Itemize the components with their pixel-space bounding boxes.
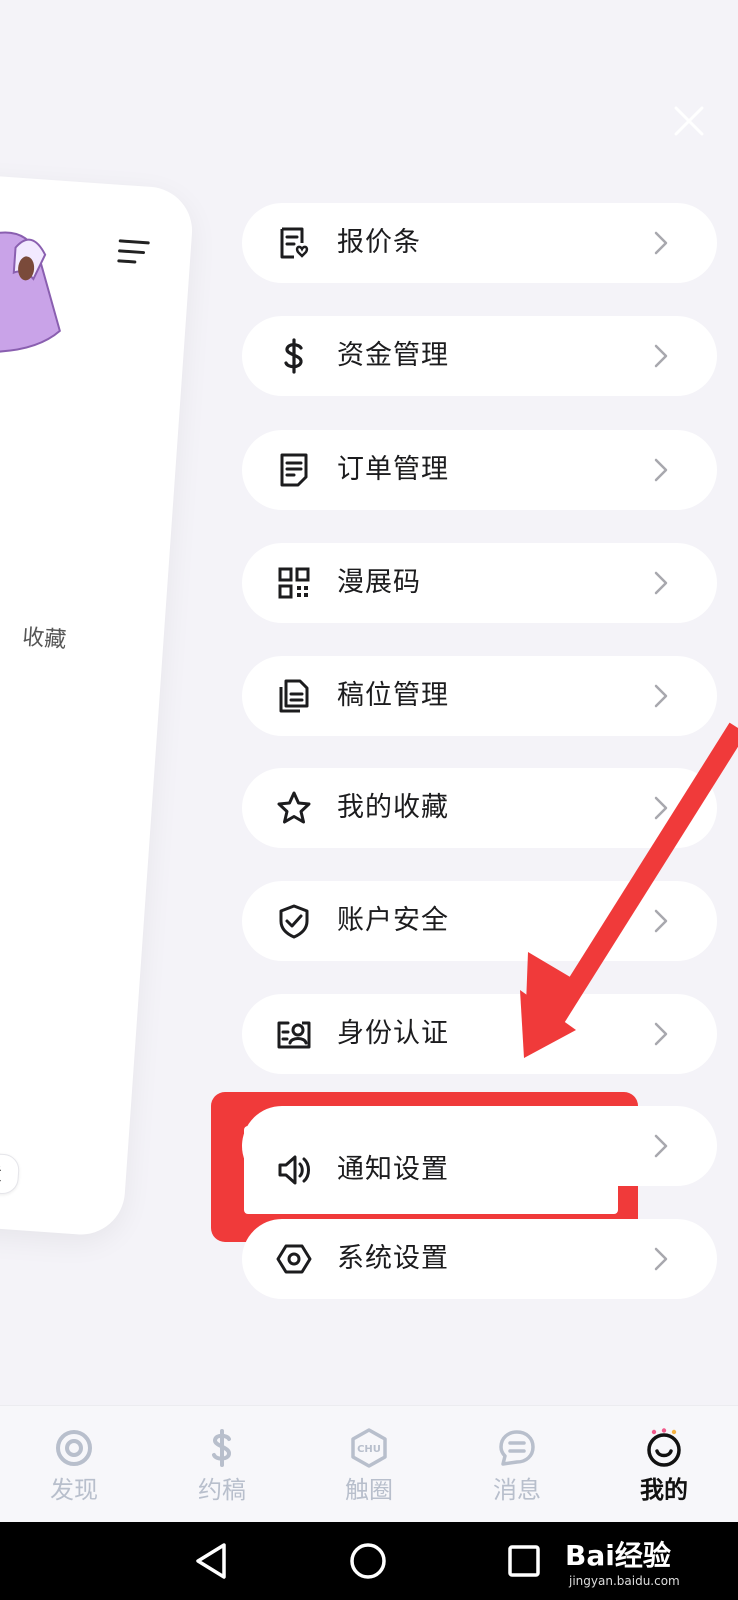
tab-discover[interactable]: 发现 [0, 1406, 148, 1523]
tab-label: 发现 [50, 1476, 98, 1504]
home-icon[interactable] [346, 1539, 390, 1583]
chevron-right-icon [654, 796, 668, 820]
menu-item-label: 报价条 [337, 227, 421, 258]
tab-label: 我的 [640, 1476, 688, 1504]
profile-card-preview[interactable]: 注 更 收藏 工具栏 [0, 165, 195, 1238]
baidu-jingyan-watermark: Bai经验 jingyan.baidu.com [565, 1528, 730, 1594]
id-card-icon [277, 1021, 311, 1049]
smile-face-icon [647, 1428, 681, 1467]
menu-item-account-security[interactable]: 账户安全 [242, 881, 717, 961]
menu-item-label: 资金管理 [337, 340, 449, 371]
menu-item-label: 系统设置 [337, 1243, 449, 1274]
menu-item-notifications-content[interactable]: 通知设置 [244, 1128, 614, 1212]
tab-mine[interactable]: 我的 [590, 1406, 738, 1523]
menu-item-label: 订单管理 [337, 454, 449, 485]
chevron-right-icon [654, 1022, 668, 1046]
menu-item-label: 漫展码 [337, 567, 421, 598]
menu-item-label: 我的收藏 [337, 792, 449, 823]
chevron-right-icon [654, 231, 668, 255]
menu-item-expo-code[interactable]: 漫展码 [242, 543, 717, 623]
chevron-right-icon [654, 458, 668, 482]
menu-item-favorites[interactable]: 我的收藏 [242, 768, 717, 848]
menu-item-label: 通知设置 [337, 1154, 449, 1185]
chevron-right-icon [654, 909, 668, 933]
tab-label: 消息 [493, 1476, 541, 1504]
commission-dollar-icon [212, 1429, 231, 1467]
chevron-right-icon [654, 571, 668, 595]
chevron-right-icon [654, 1247, 668, 1271]
chu-circle-icon: CHU [351, 1428, 387, 1468]
menu-item-funds[interactable]: 资金管理 [242, 316, 717, 396]
order-document-icon [280, 453, 308, 487]
favorites-label[interactable]: 收藏 [21, 619, 67, 654]
menu-item-slots[interactable]: 稿位管理 [242, 656, 717, 736]
bottom-tab-bar: 发现 约稿 CHU 触圈 消息 我的 [0, 1405, 738, 1523]
toolbar-chip[interactable]: 工具栏 [0, 1149, 21, 1196]
mine-menu-page: 注 更 收藏 工具栏 报价条 资金管理 订单管理 [0, 0, 738, 1600]
chevron-right-icon [654, 684, 668, 708]
tab-chu-circle[interactable]: CHU 触圈 [295, 1406, 443, 1523]
tab-label: 约稿 [198, 1476, 246, 1504]
documents-icon [279, 679, 309, 713]
tab-messages[interactable]: 消息 [443, 1406, 591, 1523]
watermark-url: jingyan.baidu.com [569, 1574, 680, 1588]
watermark-logo-text: Bai经验 [565, 1539, 671, 1572]
message-icon [499, 1430, 535, 1466]
discover-icon [56, 1430, 92, 1466]
svg-text:CHU: CHU [357, 1444, 381, 1455]
quote-slip-icon [280, 227, 309, 259]
menu-item-label: 身份认证 [337, 1018, 449, 1049]
menu-item-label: 账户安全 [337, 905, 449, 936]
avatar-illustration [0, 231, 61, 353]
menu-item-identity[interactable]: 身份认证 [242, 994, 717, 1074]
hamburger-menu-icon[interactable] [114, 237, 152, 269]
menu-item-quote[interactable]: 报价条 [242, 203, 717, 283]
hexagon-settings-icon [276, 1244, 312, 1274]
menu-item-system-settings[interactable]: 系统设置 [242, 1219, 717, 1299]
star-icon [277, 791, 311, 824]
follow-label-fragment: 注 [0, 516, 1, 549]
speaker-icon [278, 1155, 310, 1185]
menu-item-label: 稿位管理 [337, 680, 449, 711]
back-icon[interactable] [190, 1539, 234, 1583]
chevron-right-icon [654, 344, 668, 368]
tab-commission[interactable]: 约稿 [148, 1406, 296, 1523]
shield-check-icon [279, 904, 309, 939]
chevron-right-icon [654, 1134, 668, 1158]
qr-code-icon [278, 567, 310, 599]
menu-item-orders[interactable]: 订单管理 [242, 430, 717, 510]
dollar-icon [284, 338, 303, 374]
close-icon[interactable] [672, 104, 706, 138]
tab-label: 触圈 [345, 1476, 393, 1504]
recents-icon[interactable] [502, 1539, 546, 1583]
